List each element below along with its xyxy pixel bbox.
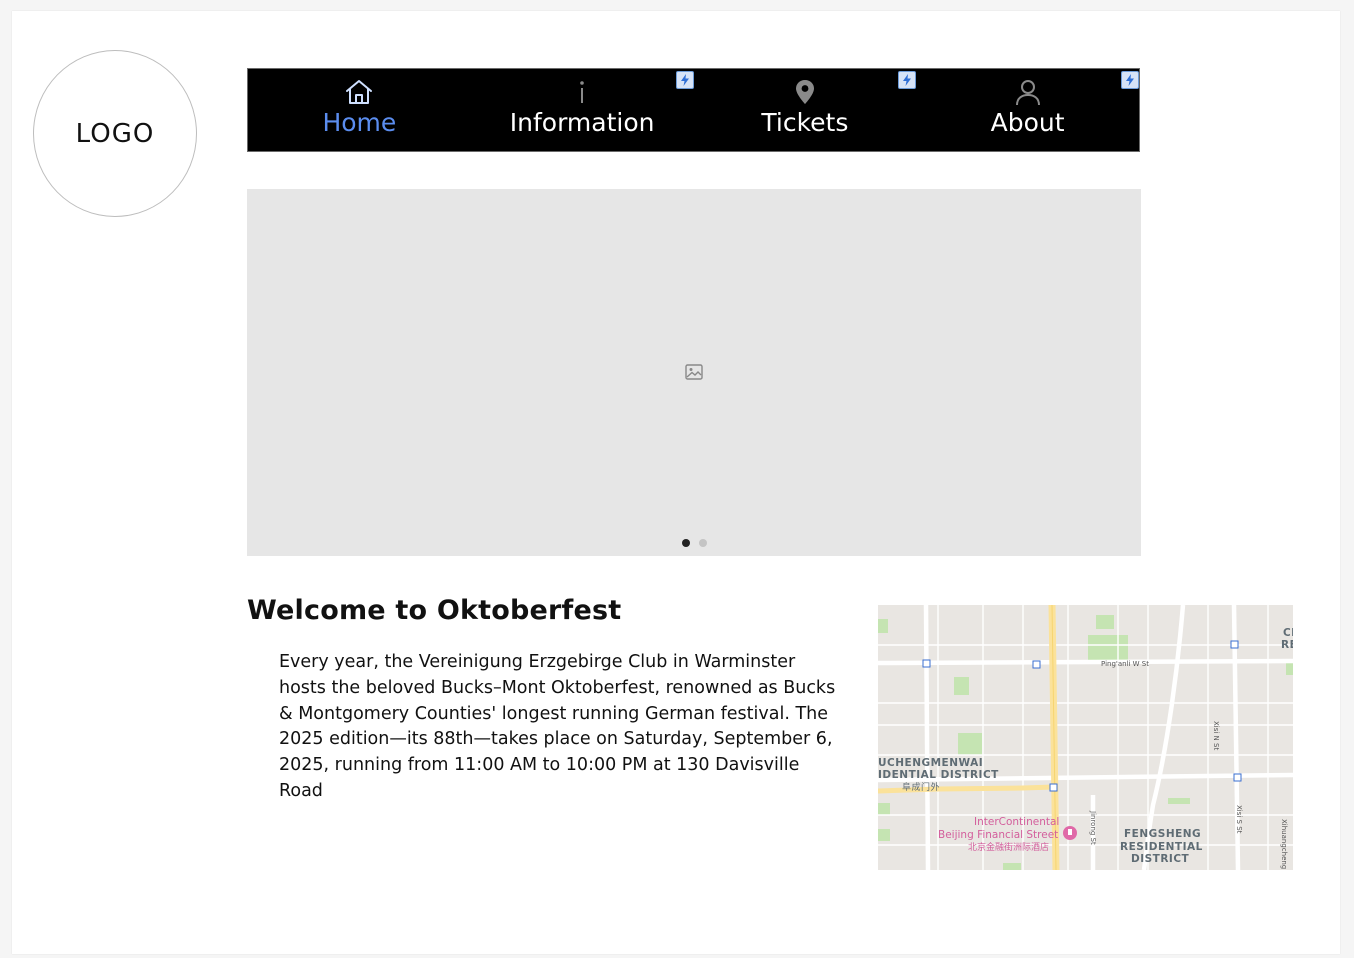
carousel-indicators xyxy=(247,539,1141,547)
map-label-district-west: UCHENGMENWAI xyxy=(878,757,984,769)
nav-item-home[interactable]: Home xyxy=(248,69,471,151)
map-label-district-south: FENGSHENG xyxy=(1124,828,1202,840)
nav-item-about[interactable]: About xyxy=(916,69,1139,151)
map-label-street-3: Xisi S St xyxy=(1235,805,1243,834)
map-label-street-5: Xihuangcheng xyxy=(1280,819,1288,870)
image-icon xyxy=(685,364,703,384)
carousel-dot-1[interactable] xyxy=(681,539,690,547)
map-label-poi-2: Beijing Financial Street xyxy=(938,829,1059,841)
nav-bar: Home Information Tickets About xyxy=(247,68,1140,152)
page: LOGO Home Information Tickets About Welc… xyxy=(12,11,1340,954)
image-carousel[interactable] xyxy=(247,189,1141,556)
intro-paragraph: Every year, the Vereinigung Erzgebirge C… xyxy=(279,652,836,801)
user-icon xyxy=(1013,77,1043,107)
lightning-badge-icon xyxy=(675,71,694,89)
map-label-district-south-3: DISTRICT xyxy=(1131,853,1190,865)
logo-text: LOGO xyxy=(75,118,155,149)
map-label-poi-cn: 北京金融街洲际酒店 xyxy=(968,843,1050,853)
map-label-edge-1: Cl xyxy=(1283,627,1293,639)
location-map[interactable]: UCHENGMENWAI IDENTIAL DISTRICT 阜成门外 Inte… xyxy=(878,605,1293,870)
map-label-edge-2: RE xyxy=(1281,639,1293,651)
logo[interactable]: LOGO xyxy=(33,50,197,217)
location-pin-icon xyxy=(790,77,820,107)
nav-item-information[interactable]: Information xyxy=(471,69,694,151)
map-label-district-west-2: IDENTIAL DISTRICT xyxy=(878,769,999,781)
map-label-street-1: Ping'anli W St xyxy=(1101,660,1149,668)
nav-label-about: About xyxy=(990,108,1065,137)
nav-label-home: Home xyxy=(322,108,397,137)
nav-label-tickets: Tickets xyxy=(761,108,849,137)
nav-label-information: Information xyxy=(509,108,655,137)
home-icon xyxy=(344,77,374,107)
carousel-dot-2[interactable] xyxy=(698,539,707,547)
map-label-street-2: Xisi N St xyxy=(1212,721,1220,751)
info-icon xyxy=(567,77,597,107)
map-label-poi-1: InterContinental xyxy=(974,816,1060,828)
map-label-district-west-cn: 阜成门外 xyxy=(902,783,941,793)
map-label-street-4: Jinrong St xyxy=(1089,811,1097,845)
nav-item-tickets[interactable]: Tickets xyxy=(694,69,917,151)
lightning-badge-icon xyxy=(898,71,917,89)
lightning-badge-icon xyxy=(1121,71,1139,89)
page-title: Welcome to Oktoberfest xyxy=(247,595,622,626)
map-label-district-south-2: RESIDENTIAL xyxy=(1120,841,1203,853)
